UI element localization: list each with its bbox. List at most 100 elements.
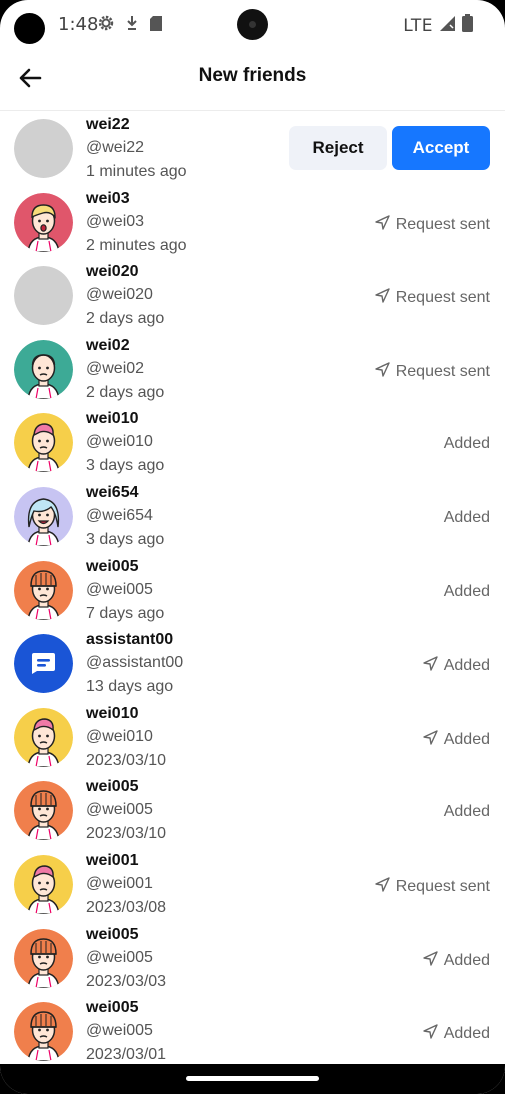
avatar[interactable] <box>14 339 73 399</box>
send-arrow-icon <box>375 214 390 235</box>
friend-row[interactable]: wei03 @wei03 2 minutes ago Request sent <box>0 185 505 259</box>
friend-row[interactable]: wei005 @wei005 7 days ago Added <box>0 553 505 627</box>
battery-icon <box>462 14 473 37</box>
friend-status-label: Request sent <box>395 289 490 307</box>
friend-name: wei02 <box>86 336 130 354</box>
status-icons <box>97 14 163 37</box>
avatar[interactable] <box>14 192 73 252</box>
friend-name: wei005 <box>86 925 139 943</box>
send-arrow-icon <box>423 730 438 750</box>
friend-row[interactable]: wei010 @wei010 3 days ago Added <box>0 405 505 479</box>
status-right: LTE <box>403 14 473 37</box>
friend-handle: @wei005 <box>86 801 153 819</box>
friend-name: wei001 <box>86 851 139 869</box>
reject-button[interactable]: Reject <box>289 126 387 170</box>
settings-gear-icon <box>97 14 115 37</box>
screen: 1:48 LTE New friends wei22 @wei22 1 minu… <box>0 0 505 1094</box>
friend-row[interactable]: wei005 @wei005 2023/03/10 Added <box>0 773 505 847</box>
friend-handle: @wei02 <box>86 359 145 377</box>
request-time: 2 days ago <box>86 383 165 401</box>
request-time: 2023/03/03 <box>86 972 167 990</box>
avatar[interactable] <box>14 928 73 988</box>
friend-handle: @wei03 <box>86 212 145 230</box>
request-time: 7 days ago <box>86 604 165 622</box>
front-camera-icon <box>237 9 268 40</box>
friend-name: wei22 <box>86 116 130 133</box>
friend-handle: @wei22 <box>86 139 145 156</box>
send-arrow-icon <box>423 950 438 971</box>
request-time: 2 days ago <box>86 310 165 328</box>
friend-status: Request sent <box>375 288 490 308</box>
request-time: 13 days ago <box>86 678 174 696</box>
avatar[interactable] <box>14 707 73 767</box>
sd-card-icon <box>149 15 163 37</box>
friend-name: wei005 <box>86 999 139 1017</box>
friend-request-list: wei22 @wei22 1 minutes ago Reject Accept wei0… <box>0 111 505 1068</box>
avatar[interactable] <box>14 1002 73 1062</box>
friend-name: wei010 <box>86 704 139 722</box>
friend-status-label: Added <box>443 803 490 821</box>
friend-status-label: Request sent <box>395 877 490 895</box>
friend-handle: @wei005 <box>86 948 153 966</box>
send-arrow-icon <box>375 877 390 897</box>
friend-status-label: Added <box>443 657 490 675</box>
avatar[interactable] <box>14 560 73 620</box>
friend-status: Added <box>444 583 490 601</box>
friend-handle: @wei020 <box>86 286 153 304</box>
page-title: New friends <box>198 65 307 86</box>
friend-status: Added <box>444 435 490 453</box>
friend-name: assistant00 <box>86 631 174 649</box>
friend-row[interactable]: wei010 @wei010 2023/03/10 Added <box>0 700 505 774</box>
friend-handle: @wei001 <box>86 874 153 892</box>
friend-handle: @wei654 <box>86 506 153 524</box>
friend-status: Added <box>423 1024 490 1044</box>
status-dot-icon <box>14 13 45 44</box>
signal-icon <box>439 15 456 37</box>
friend-name: wei010 <box>86 410 139 428</box>
friend-status: Added <box>444 509 490 527</box>
status-bar: 1:48 LTE <box>0 0 505 46</box>
download-icon <box>125 14 139 37</box>
friend-row[interactable]: wei001 @wei001 2023/03/08 Request sent <box>0 847 505 921</box>
request-time: 2 minutes ago <box>86 236 187 254</box>
friend-row[interactable]: wei22 @wei22 1 minutes ago Reject Accept <box>0 111 505 185</box>
friend-name: wei020 <box>86 263 139 281</box>
home-indicator[interactable] <box>186 1076 319 1081</box>
request-time: 2023/03/10 <box>86 751 167 769</box>
friend-row[interactable]: wei005 @wei005 2023/03/01 Added <box>0 994 505 1068</box>
friend-status: Added <box>423 950 490 971</box>
request-time: 2023/03/01 <box>86 1046 167 1064</box>
friend-handle: @wei010 <box>86 433 153 451</box>
avatar[interactable] <box>14 854 73 914</box>
friend-name: wei654 <box>86 483 139 501</box>
avatar[interactable] <box>14 119 73 178</box>
friend-row[interactable]: wei654 @wei654 3 days ago Added <box>0 479 505 553</box>
friend-row[interactable]: wei020 @wei020 2 days ago Request sent <box>0 258 505 332</box>
friend-status-label: Added <box>443 582 490 600</box>
friend-handle: @wei010 <box>86 727 153 745</box>
friend-status: Added <box>423 730 490 750</box>
friend-status-label: Added <box>443 730 490 748</box>
friend-row[interactable]: wei02 @wei02 2 days ago Request sent <box>0 332 505 406</box>
friend-row[interactable]: assistant00 @assistant00 13 days ago Added <box>0 626 505 700</box>
accept-button[interactable]: Accept <box>392 126 490 170</box>
friend-row[interactable]: wei005 @wei005 2023/03/03 Added <box>0 921 505 995</box>
send-arrow-icon <box>375 288 390 308</box>
send-arrow-icon <box>423 1024 438 1044</box>
request-time: 1 minutes ago <box>86 163 187 180</box>
request-time: 3 days ago <box>86 457 165 475</box>
friend-handle: @wei005 <box>86 1022 153 1040</box>
send-arrow-icon <box>375 362 390 382</box>
navigation-bar <box>0 1064 505 1094</box>
friend-status: Request sent <box>375 362 490 382</box>
friend-status-label: Request sent <box>395 362 490 380</box>
avatar[interactable] <box>14 634 73 694</box>
avatar[interactable] <box>14 781 73 841</box>
app-header: New friends <box>0 46 505 111</box>
avatar[interactable] <box>14 266 73 326</box>
avatar[interactable] <box>14 486 73 546</box>
avatar[interactable] <box>14 413 73 473</box>
friend-status-label: Added <box>443 951 490 969</box>
request-time: 3 days ago <box>86 530 165 548</box>
friend-handle: @assistant00 <box>86 654 184 672</box>
